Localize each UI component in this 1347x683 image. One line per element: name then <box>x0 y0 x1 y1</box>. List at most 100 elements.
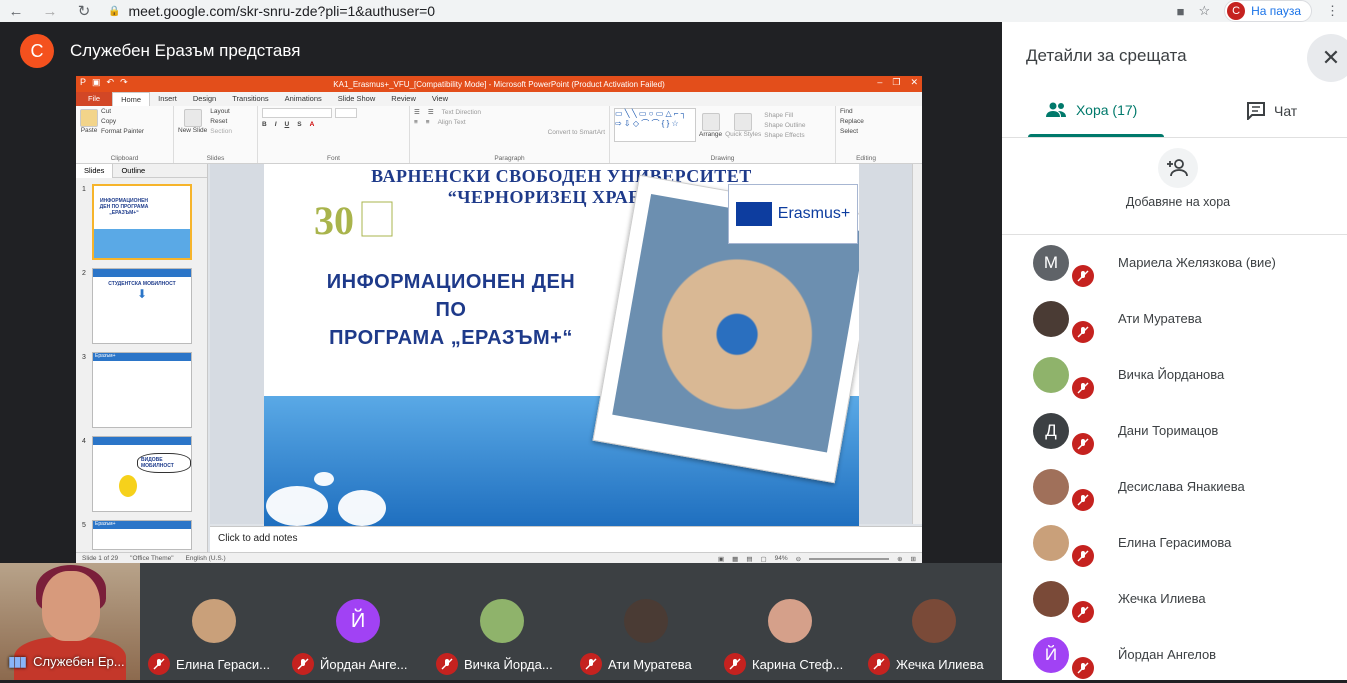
back-arrow-icon[interactable]: ← <box>6 3 26 20</box>
mic-off-icon <box>1072 545 1094 567</box>
undo-icon[interactable]: ↶ <box>107 77 115 88</box>
restore-icon[interactable]: ❐ <box>892 77 900 88</box>
slide-thumbnail[interactable]: ИНФОРМАЦИОНЕН ДЕН ПО ПРОГРАМА „ЕРАЗЪМ+“ <box>92 184 192 260</box>
tab-transitions[interactable]: Transitions <box>224 92 276 106</box>
tab-outline[interactable]: Outline <box>113 164 153 178</box>
copy-button[interactable]: Copy <box>101 118 144 125</box>
shapes-gallery[interactable]: ▭ ╲ ╲ ▭ ○ ▭ △ ⌐ ┐ ⇨ ⇩ ◇ ⌒ ⌒ { } ☆ <box>614 108 696 142</box>
participant-tile[interactable]: Жечка Илиева <box>862 563 1006 680</box>
star-icon[interactable]: ☆ <box>1198 3 1210 19</box>
close-window-icon[interactable]: ✕ <box>910 77 918 88</box>
tab-animations[interactable]: Animations <box>277 92 330 106</box>
font-size-select[interactable] <box>335 108 357 118</box>
list-item[interactable]: Жечка Илиева <box>1002 571 1347 627</box>
participant-tile[interactable]: Й Йордан Анге... <box>286 563 430 680</box>
format-painter-button[interactable]: Format Painter <box>101 128 144 135</box>
tab-design[interactable]: Design <box>185 92 224 106</box>
reset-button[interactable]: Reset <box>210 118 232 125</box>
find-button[interactable]: Find <box>840 108 892 115</box>
shape-fill-button[interactable]: Shape Fill <box>764 112 805 119</box>
eu-flag-icon <box>735 202 772 226</box>
participant-tile[interactable]: Вичка Йорда... <box>430 563 574 680</box>
tab-slide-show[interactable]: Slide Show <box>330 92 384 106</box>
reading-view-icon[interactable]: ▤ <box>746 555 752 563</box>
list-item[interactable]: Д Дани Торимацов <box>1002 403 1347 459</box>
person-name: Жечка Илиева <box>1118 591 1206 606</box>
slide-editor[interactable]: ВАРНЕНСКИ СВОБОДЕН УНИВЕРСИТЕТ “ЧЕРНОРИЗ… <box>210 164 922 526</box>
tab-chat[interactable]: Чат <box>1246 102 1297 120</box>
zoom-out-icon[interactable]: ⊖ <box>796 555 801 563</box>
more-menu-icon[interactable]: ⋮ <box>1326 3 1339 19</box>
down-arrow-icon: ⬇ <box>136 287 148 301</box>
align-text-button[interactable]: Align Text <box>438 119 466 126</box>
redo-icon[interactable]: ↷ <box>120 77 128 88</box>
tab-review[interactable]: Review <box>383 92 424 106</box>
list-item[interactable]: Елина Герасимова <box>1002 515 1347 571</box>
new-slide-button[interactable]: New Slide <box>178 109 207 134</box>
tab-people[interactable]: Хора (17) <box>1046 102 1137 118</box>
cut-button[interactable]: Cut <box>101 108 144 115</box>
slideshow-view-icon[interactable]: ▢ <box>760 555 766 563</box>
close-panel-button[interactable]: ✕ <box>1307 34 1347 82</box>
font-name-select[interactable] <box>262 108 332 118</box>
current-slide[interactable]: ВАРНЕНСКИ СВОБОДЕН УНИВЕРСИТЕТ “ЧЕРНОРИЗ… <box>264 164 859 526</box>
address-bar[interactable]: 🔒 meet.google.com/skr-snru-zde?pli=1&aut… <box>108 3 435 19</box>
add-people-label: Добавяне на хора <box>1125 195 1231 209</box>
strikethrough-button[interactable]: S <box>297 121 301 128</box>
minimize-icon[interactable]: – <box>877 77 882 88</box>
participant-name: Ати Муратева <box>608 656 692 672</box>
participant-tile[interactable]: Елина Гераси... <box>142 563 286 680</box>
normal-view-icon[interactable]: ▣ <box>718 555 724 563</box>
notes-pane[interactable]: Click to add notes <box>210 526 922 552</box>
paste-button[interactable]: Paste <box>80 109 98 134</box>
section-button[interactable]: Section <box>210 128 232 135</box>
tab-file[interactable]: File <box>76 92 113 106</box>
sorter-view-icon[interactable]: ▦ <box>732 555 738 563</box>
zoom-slider[interactable] <box>809 557 890 560</box>
participant-tile[interactable]: Ати Муратева <box>574 563 718 680</box>
align-center-icon[interactable]: ≡ <box>426 119 430 126</box>
camera-icon[interactable]: ■ <box>1177 4 1185 19</box>
arrange-button[interactable]: Arrange <box>699 112 722 138</box>
font-color-button[interactable]: A <box>310 121 315 128</box>
fit-window-icon[interactable]: ⊞ <box>911 555 916 563</box>
list-item[interactable]: Вичка Йорданова <box>1002 347 1347 403</box>
zoom-in-icon[interactable]: ⊕ <box>897 555 902 563</box>
align-left-icon[interactable]: ≡ <box>414 119 418 126</box>
self-view-tile[interactable]: ▮▮▮ Служебен Ер... <box>0 563 140 680</box>
text-direction-button[interactable]: Text Direction <box>442 109 481 116</box>
zoom-level[interactable]: 94% <box>775 555 788 562</box>
slide-scrollbar[interactable] <box>912 164 922 524</box>
list-item[interactable]: Й Йордан Ангелов <box>1002 627 1347 683</box>
save-icon[interactable]: ▣ <box>92 77 101 88</box>
bold-button[interactable]: B <box>262 121 267 128</box>
tab-slides[interactable]: Slides <box>76 163 114 178</box>
select-button[interactable]: Select <box>840 128 892 135</box>
italic-button[interactable]: I <box>275 121 277 128</box>
add-people-button[interactable]: Добавяне на хора <box>1122 148 1234 209</box>
tab-home[interactable]: Home <box>112 92 151 106</box>
tab-view[interactable]: View <box>424 92 456 106</box>
slide-thumbnail[interactable]: СТУДЕНТСКА МОБИЛНОСТ ⬇ <box>92 268 192 344</box>
reload-icon[interactable]: ↻ <box>74 2 94 20</box>
list-item[interactable]: Ати Муратева <box>1002 291 1347 347</box>
forward-arrow-icon[interactable]: → <box>40 3 60 20</box>
list-item[interactable]: Десислава Янакиева <box>1002 459 1347 515</box>
layout-button[interactable]: Layout <box>210 108 232 115</box>
numbering-icon[interactable]: ☰ <box>428 108 434 116</box>
shape-outline-button[interactable]: Shape Outline <box>764 122 805 129</box>
slide-thumbnail[interactable]: Еразъм+ <box>92 352 192 428</box>
zoom-controls: ▣ ▦ ▤ ▢ 94% ⊖ ⊕ ⊞ <box>718 555 916 563</box>
quick-styles-button[interactable]: Quick Styles <box>725 112 761 138</box>
slide-thumbnail[interactable]: ВИДОВЕ МОБИЛНОСТ <box>92 436 192 512</box>
bullets-icon[interactable]: ☰ <box>414 108 420 116</box>
replace-button[interactable]: Replace <box>840 118 892 125</box>
shape-effects-button[interactable]: Shape Effects <box>764 132 805 139</box>
profile-button[interactable]: C На пауза <box>1224 0 1312 22</box>
slide-thumbnail[interactable]: Еразъм+ <box>92 520 192 550</box>
tab-insert[interactable]: Insert <box>150 92 185 106</box>
convert-smartart-button[interactable]: Convert to SmartArt <box>548 129 605 136</box>
underline-button[interactable]: U <box>285 121 290 128</box>
participant-tile[interactable]: Карина Стеф... <box>718 563 862 680</box>
list-item[interactable]: М Мариела Желязкова (вие) <box>1002 235 1347 291</box>
